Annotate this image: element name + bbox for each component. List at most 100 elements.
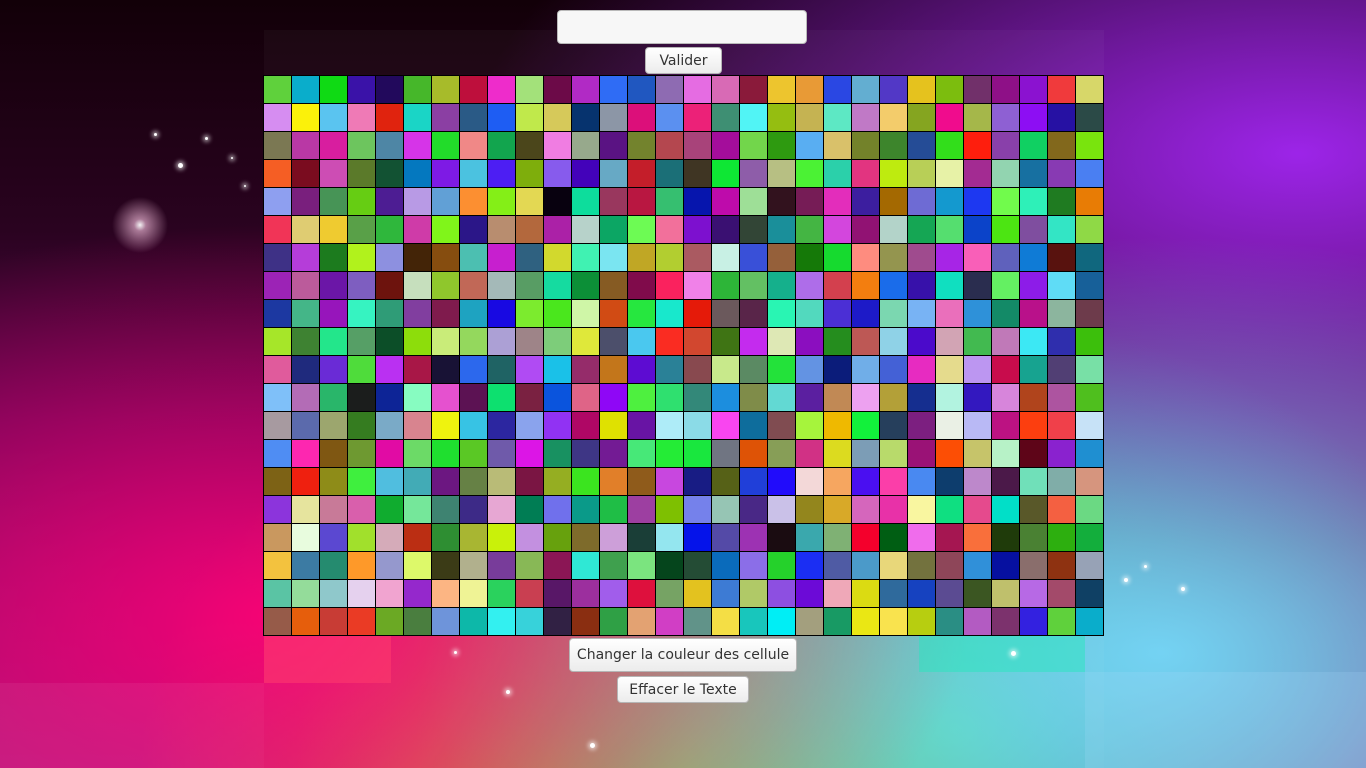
grid-cell[interactable] (544, 608, 572, 636)
grid-cell[interactable] (572, 132, 600, 160)
grid-cell[interactable] (768, 496, 796, 524)
grid-cell[interactable] (992, 468, 1020, 496)
grid-cell[interactable] (264, 328, 292, 356)
grid-cell[interactable] (1020, 272, 1048, 300)
grid-cell[interactable] (348, 496, 376, 524)
grid-cell[interactable] (292, 272, 320, 300)
grid-cell[interactable] (1076, 188, 1104, 216)
grid-cell[interactable] (600, 552, 628, 580)
grid-cell[interactable] (348, 608, 376, 636)
grid-cell[interactable] (628, 356, 656, 384)
grid-cell[interactable] (292, 356, 320, 384)
grid-cell[interactable] (572, 384, 600, 412)
grid-cell[interactable] (880, 160, 908, 188)
grid-cell[interactable] (432, 300, 460, 328)
grid-cell[interactable] (852, 160, 880, 188)
grid-cell[interactable] (432, 524, 460, 552)
grid-cell[interactable] (488, 608, 516, 636)
grid-cell[interactable] (880, 104, 908, 132)
grid-cell[interactable] (432, 468, 460, 496)
grid-cell[interactable] (1048, 272, 1076, 300)
grid-cell[interactable] (600, 188, 628, 216)
grid-cell[interactable] (264, 384, 292, 412)
grid-cell[interactable] (516, 440, 544, 468)
grid-cell[interactable] (292, 412, 320, 440)
grid-cell[interactable] (964, 356, 992, 384)
grid-cell[interactable] (852, 580, 880, 608)
grid-cell[interactable] (404, 300, 432, 328)
grid-cell[interactable] (964, 496, 992, 524)
grid-cell[interactable] (348, 216, 376, 244)
grid-cell[interactable] (544, 384, 572, 412)
grid-cell[interactable] (824, 132, 852, 160)
grid-cell[interactable] (488, 216, 516, 244)
grid-cell[interactable] (376, 580, 404, 608)
clear-text-button[interactable]: Effacer le Texte (617, 676, 749, 703)
grid-cell[interactable] (712, 524, 740, 552)
grid-cell[interactable] (964, 468, 992, 496)
grid-cell[interactable] (544, 244, 572, 272)
grid-cell[interactable] (852, 524, 880, 552)
grid-cell[interactable] (1076, 496, 1104, 524)
grid-cell[interactable] (1076, 524, 1104, 552)
grid-cell[interactable] (740, 440, 768, 468)
grid-cell[interactable] (1048, 608, 1076, 636)
grid-cell[interactable] (992, 104, 1020, 132)
grid-cell[interactable] (600, 76, 628, 104)
grid-cell[interactable] (432, 356, 460, 384)
grid-cell[interactable] (1020, 440, 1048, 468)
grid-cell[interactable] (684, 160, 712, 188)
grid-cell[interactable] (544, 524, 572, 552)
grid-cell[interactable] (768, 412, 796, 440)
grid-cell[interactable] (684, 272, 712, 300)
grid-cell[interactable] (1020, 244, 1048, 272)
grid-cell[interactable] (768, 244, 796, 272)
grid-cell[interactable] (460, 188, 488, 216)
grid-cell[interactable] (908, 552, 936, 580)
grid-cell[interactable] (1048, 76, 1076, 104)
grid-cell[interactable] (460, 300, 488, 328)
grid-cell[interactable] (292, 244, 320, 272)
grid-cell[interactable] (908, 300, 936, 328)
grid-cell[interactable] (852, 496, 880, 524)
grid-cell[interactable] (460, 244, 488, 272)
grid-cell[interactable] (712, 384, 740, 412)
grid-cell[interactable] (1076, 412, 1104, 440)
grid-cell[interactable] (264, 300, 292, 328)
grid-cell[interactable] (936, 608, 964, 636)
grid-cell[interactable] (460, 104, 488, 132)
grid-cell[interactable] (852, 216, 880, 244)
grid-cell[interactable] (796, 496, 824, 524)
grid-cell[interactable] (404, 356, 432, 384)
grid-cell[interactable] (712, 188, 740, 216)
grid-cell[interactable] (516, 328, 544, 356)
grid-cell[interactable] (320, 412, 348, 440)
grid-cell[interactable] (740, 328, 768, 356)
grid-cell[interactable] (796, 328, 824, 356)
grid-cell[interactable] (880, 384, 908, 412)
grid-cell[interactable] (320, 188, 348, 216)
grid-cell[interactable] (572, 552, 600, 580)
grid-cell[interactable] (516, 608, 544, 636)
grid-cell[interactable] (852, 608, 880, 636)
grid-cell[interactable] (628, 216, 656, 244)
grid-cell[interactable] (1020, 328, 1048, 356)
grid-cell[interactable] (348, 440, 376, 468)
grid-cell[interactable] (628, 580, 656, 608)
grid-cell[interactable] (264, 608, 292, 636)
grid-cell[interactable] (320, 76, 348, 104)
grid-cell[interactable] (600, 468, 628, 496)
grid-cell[interactable] (796, 580, 824, 608)
grid-cell[interactable] (460, 524, 488, 552)
grid-cell[interactable] (460, 440, 488, 468)
grid-cell[interactable] (572, 608, 600, 636)
grid-cell[interactable] (992, 76, 1020, 104)
grid-cell[interactable] (628, 272, 656, 300)
grid-cell[interactable] (1048, 384, 1076, 412)
grid-cell[interactable] (796, 188, 824, 216)
grid-cell[interactable] (992, 272, 1020, 300)
grid-cell[interactable] (628, 244, 656, 272)
grid-cell[interactable] (460, 580, 488, 608)
grid-cell[interactable] (292, 384, 320, 412)
grid-cell[interactable] (1048, 328, 1076, 356)
